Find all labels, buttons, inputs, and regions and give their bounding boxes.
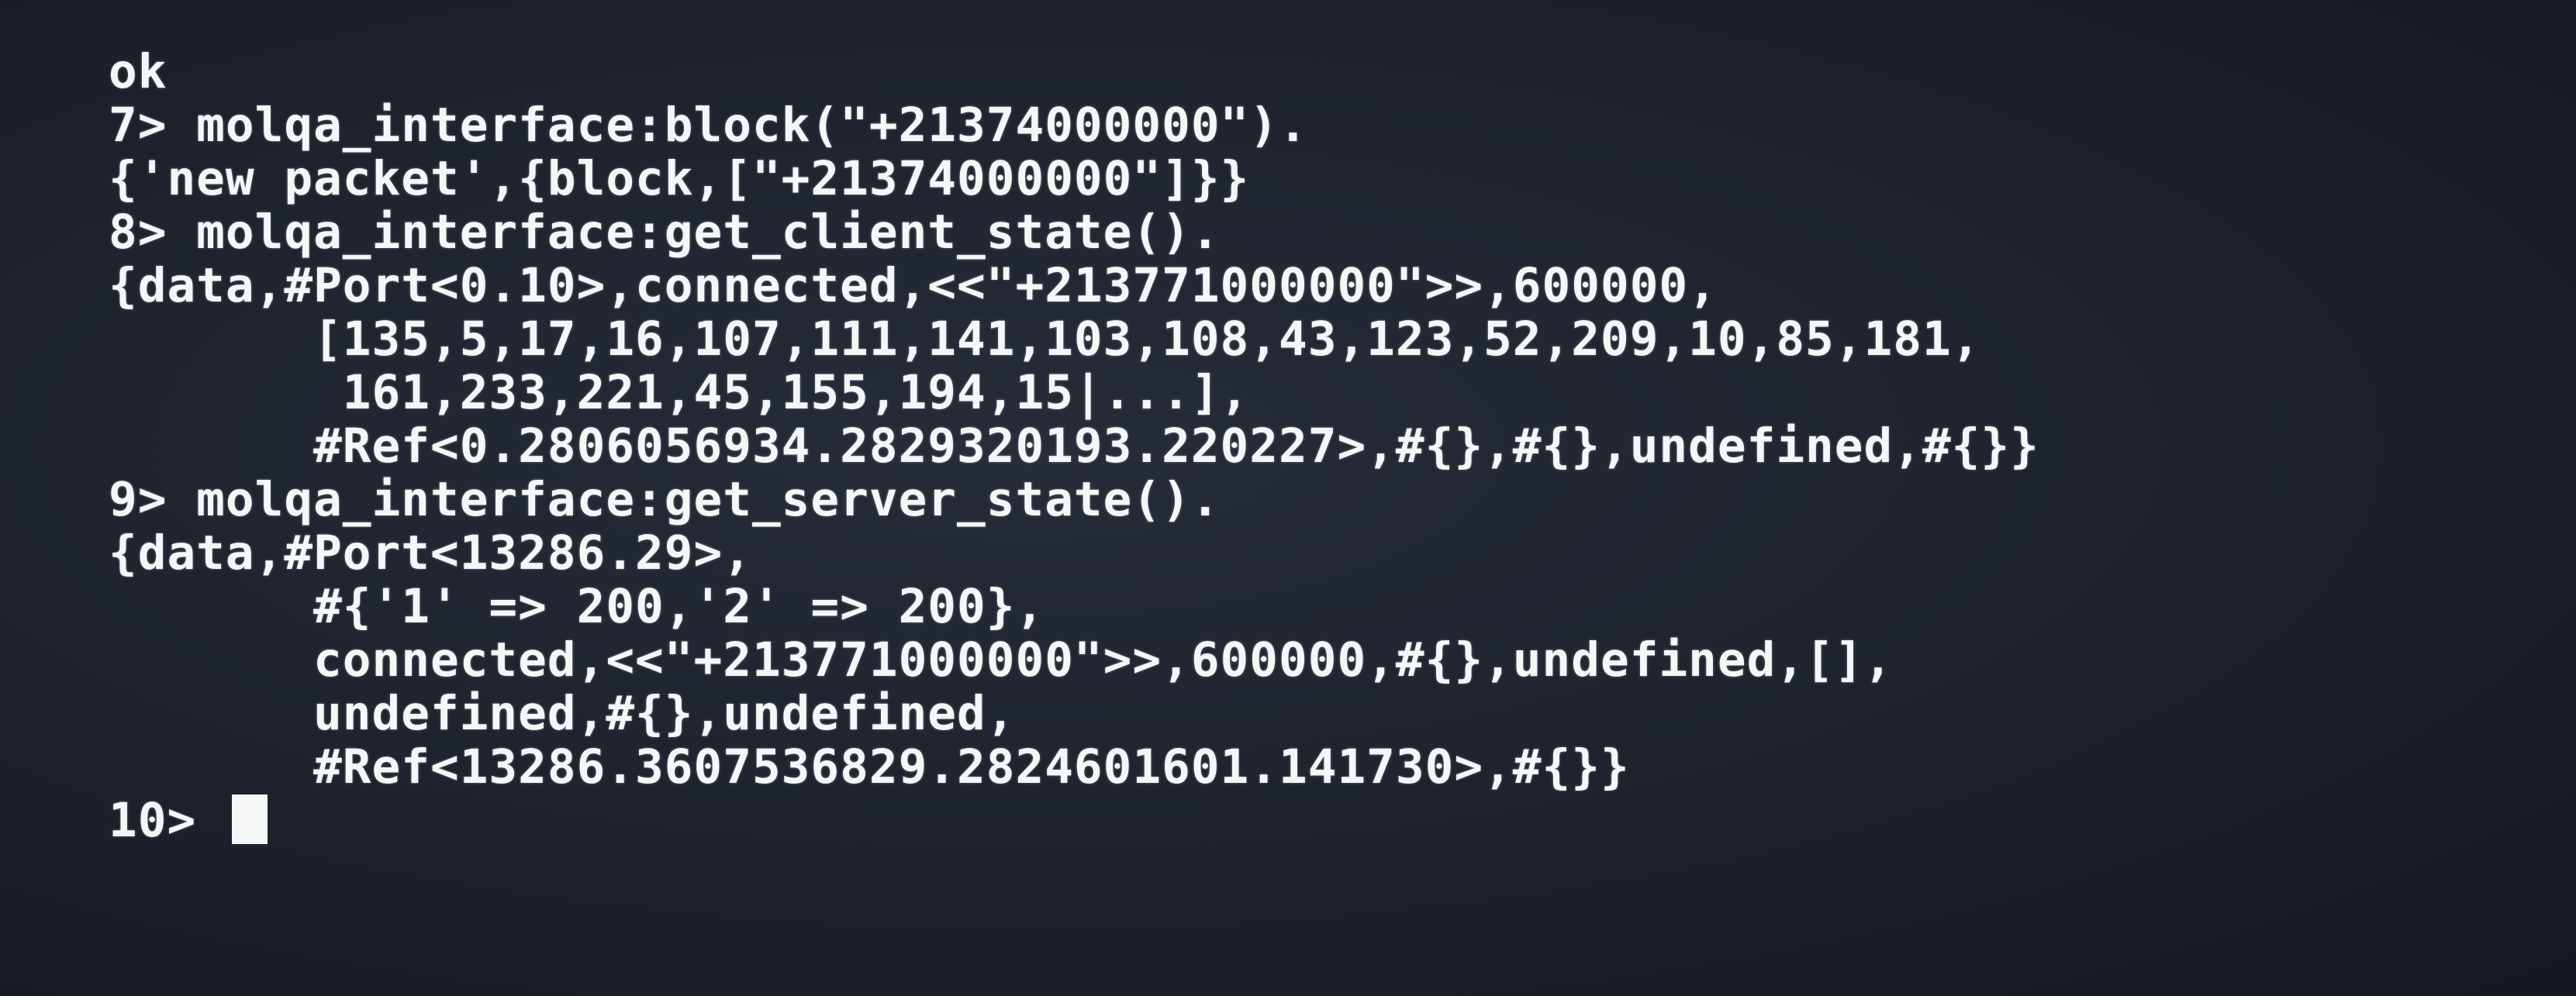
output-line: connected,<<"+213771000000">>,600000,#{}… <box>109 632 1894 688</box>
terminal-window[interactable]: ok 7> molqa_interface:block("+2137400000… <box>0 0 2576 996</box>
output-line: undefined,#{},undefined, <box>109 686 1016 741</box>
shell-prompt: 10> <box>109 793 226 848</box>
output-line: #{'1' => 200,'2' => 200}, <box>109 579 1045 634</box>
output-line: {data,#Port<13286.29>, <box>109 526 752 581</box>
output-line: [135,5,17,16,107,111,141,103,108,43,123,… <box>109 312 1981 367</box>
command-line: 7> molqa_interface:block("+21374000000")… <box>109 98 1308 153</box>
output-line: #Ref<0.2806056934.2829320193.220227>,#{}… <box>109 419 2039 474</box>
output-line: {data,#Port<0.10>,connected,<<"+21377100… <box>109 258 1718 313</box>
output-line: ok <box>109 44 167 99</box>
command-line: 9> molqa_interface:get_server_state(). <box>109 472 1221 527</box>
command-line: 8> molqa_interface:get_client_state(). <box>109 205 1221 260</box>
output-line: 161,233,221,45,155,194,15|...], <box>109 365 1250 420</box>
output-line: {'new packet',{block,["+21374000000"]}} <box>109 151 1250 206</box>
prompt-line[interactable]: 10> <box>109 794 2576 847</box>
output-line: #Ref<13286.3607536829.2824601601.141730>… <box>109 739 1630 794</box>
text-cursor[interactable] <box>231 794 268 844</box>
